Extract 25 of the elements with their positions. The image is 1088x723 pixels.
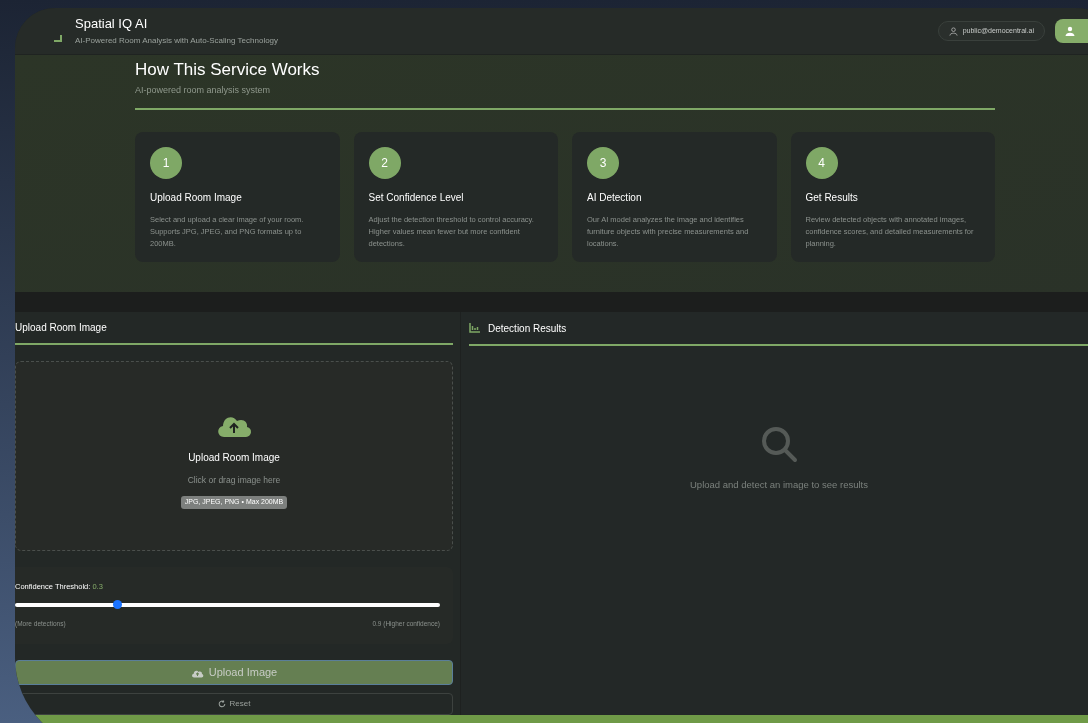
user-icon	[948, 26, 958, 36]
app-title: Spatial IQ AI	[75, 15, 149, 32]
dropzone-hint: Click or drag image here	[187, 473, 281, 487]
slider-track[interactable]	[15, 602, 440, 607]
step-number: 2	[368, 146, 401, 179]
step-number: 1	[150, 146, 182, 179]
step-title: AI Detection	[587, 190, 643, 205]
intro-title: How This Service Works	[135, 59, 321, 81]
search-icon	[759, 424, 799, 464]
step-number: 3	[587, 146, 619, 179]
empty-state-text: Upload and detect an image to see results	[690, 478, 868, 492]
slider-thumb[interactable]	[113, 599, 122, 609]
step-number: 4	[805, 146, 838, 179]
panel-title: Detection Results	[488, 321, 567, 336]
app-subtitle: AI-Powered Room Analysis with Auto-Scaling Technology	[75, 34, 279, 47]
person-icon	[1065, 26, 1075, 36]
step-title: Set Confidence Level	[368, 190, 465, 205]
logo-icon	[53, 33, 63, 43]
intro-subtitle: AI-powered room analysis system	[135, 84, 272, 97]
dropzone-title: Upload Room Image	[188, 450, 280, 465]
step-title: Get Results	[805, 190, 859, 205]
chart-icon	[469, 323, 480, 333]
panel-title: Upload Room Image	[15, 321, 108, 336]
step-title: Upload Room Image	[150, 190, 243, 205]
refresh-icon	[217, 700, 226, 709]
